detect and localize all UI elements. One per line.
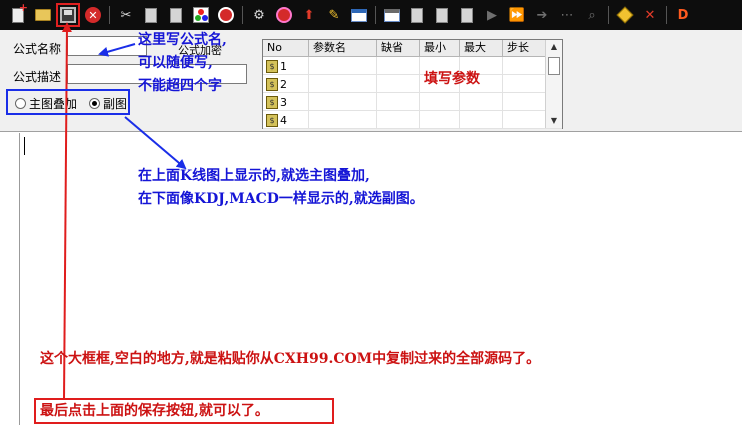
source-code-editor[interactable] [0, 133, 742, 425]
overlay-hint-line-2: 在下面像KDJ,MACD一样显示的,就选副图。 [138, 191, 424, 207]
toolbar-separator [109, 6, 110, 24]
doc-1-icon[interactable] [407, 5, 427, 25]
param-hint: 填写参数 [424, 71, 480, 87]
text-caret [24, 137, 25, 155]
parameter-scrollbar[interactable]: ▲ ▼ [545, 40, 562, 128]
formula-name-input[interactable] [67, 36, 147, 56]
param-row-icon: $ [266, 95, 278, 109]
toolbar: ✕ ✂ ⚙ ⬆ ✎ ▶ ⏩ ➔ ⋯ ⌕ ✕ D [0, 0, 742, 30]
param-min-cell[interactable] [420, 111, 460, 129]
help-icon[interactable] [615, 5, 635, 25]
param-default-cell[interactable] [377, 75, 420, 93]
row-no: 3 [280, 95, 287, 109]
magic-wand-icon[interactable]: ✎ [324, 5, 344, 25]
row-no: 4 [280, 113, 287, 127]
search-icon[interactable]: ⌕ [582, 5, 602, 25]
scroll-down-icon[interactable]: ▼ [546, 116, 562, 125]
fast-forward-icon[interactable]: ⏩ [507, 5, 527, 25]
parameter-table-header: No 参数名 缺省 最小 最大 步长 [263, 40, 562, 57]
close-red-icon[interactable]: ✕ [83, 5, 103, 25]
parameter-table[interactable]: No 参数名 缺省 最小 最大 步长 $1 $2 $3 $4 ▲ ▼ [262, 39, 563, 129]
col-header-default: 缺省 [377, 40, 420, 56]
save-button[interactable] [56, 3, 80, 27]
radio-highlight-box [6, 89, 130, 115]
stop-icon[interactable] [274, 5, 294, 25]
editor-hint: 这个大框框,空白的地方,就是粘贴你从CXH99.COM中复制过来的全部源码了。 [40, 351, 541, 367]
doc-2-icon[interactable] [432, 5, 452, 25]
function-icon[interactable]: ⚙ [249, 5, 269, 25]
param-name-cell[interactable] [309, 75, 377, 93]
overlay-hint-line-1: 在上面K线图上显示的,就选主图叠加, [138, 168, 370, 184]
table-row[interactable]: $3 [263, 93, 562, 111]
param-max-cell[interactable] [460, 93, 503, 111]
toolbar-separator [608, 6, 609, 24]
name-hint-line-3: 不能超四个字 [138, 78, 222, 94]
save-icon [60, 7, 76, 23]
toolbar-separator [242, 6, 243, 24]
col-header-name: 参数名 [309, 40, 377, 56]
scroll-up-icon[interactable]: ▲ [546, 42, 562, 51]
param-default-cell[interactable] [377, 93, 420, 111]
col-header-max: 最大 [460, 40, 503, 56]
table-row[interactable]: $4 [263, 111, 562, 129]
param-step-cell[interactable] [503, 111, 546, 129]
editor-gutter [0, 133, 20, 425]
param-row-icon: $ [266, 113, 278, 127]
close-x-icon[interactable]: ✕ [640, 5, 660, 25]
name-hint-line-2: 可以随便写, [138, 55, 213, 71]
table-row[interactable]: $1 [263, 57, 562, 75]
col-header-step: 步长 [503, 40, 546, 56]
param-name-cell[interactable] [309, 93, 377, 111]
row-no: 2 [280, 77, 287, 91]
color-palette-icon[interactable] [191, 5, 211, 25]
param-name-cell[interactable] [309, 57, 377, 75]
formula-name-label: 公式名称 [13, 42, 62, 56]
param-min-cell[interactable] [420, 93, 460, 111]
toolbar-separator [666, 6, 667, 24]
paste-icon[interactable] [166, 5, 186, 25]
image-icon[interactable] [382, 5, 402, 25]
table-row[interactable]: $2 [263, 75, 562, 93]
cut-icon[interactable]: ✂ [116, 5, 136, 25]
param-step-cell[interactable] [503, 57, 546, 75]
param-step-cell[interactable] [503, 93, 546, 111]
scroll-thumb[interactable] [548, 57, 560, 75]
param-name-cell[interactable] [309, 111, 377, 129]
copy-icon[interactable] [141, 5, 161, 25]
param-max-cell[interactable] [460, 111, 503, 129]
toolbar-separator [375, 6, 376, 24]
col-header-no: No [263, 40, 309, 56]
d-icon[interactable]: D [673, 5, 693, 25]
open-folder-icon[interactable] [33, 5, 53, 25]
save-hint: 最后点击上面的保存按钮,就可以了。 [40, 403, 269, 419]
param-default-cell[interactable] [377, 57, 420, 75]
col-header-min: 最小 [420, 40, 460, 56]
step-icon[interactable]: ⋯ [557, 5, 577, 25]
doc-3-icon[interactable] [457, 5, 477, 25]
step-over-icon[interactable]: ➔ [532, 5, 552, 25]
row-no: 1 [280, 59, 287, 73]
param-row-icon: $ [266, 77, 278, 91]
param-row-icon: $ [266, 59, 278, 73]
import-icon[interactable] [216, 5, 236, 25]
new-formula-icon[interactable] [8, 5, 28, 25]
formula-desc-label: 公式描述 [13, 70, 62, 84]
play-icon[interactable]: ▶ [482, 5, 502, 25]
up-arrow-icon[interactable]: ⬆ [299, 5, 319, 25]
param-default-cell[interactable] [377, 111, 420, 129]
name-hint-line-1: 这里写公式名, [138, 32, 227, 48]
param-step-cell[interactable] [503, 75, 546, 93]
window-form-icon[interactable] [349, 5, 369, 25]
